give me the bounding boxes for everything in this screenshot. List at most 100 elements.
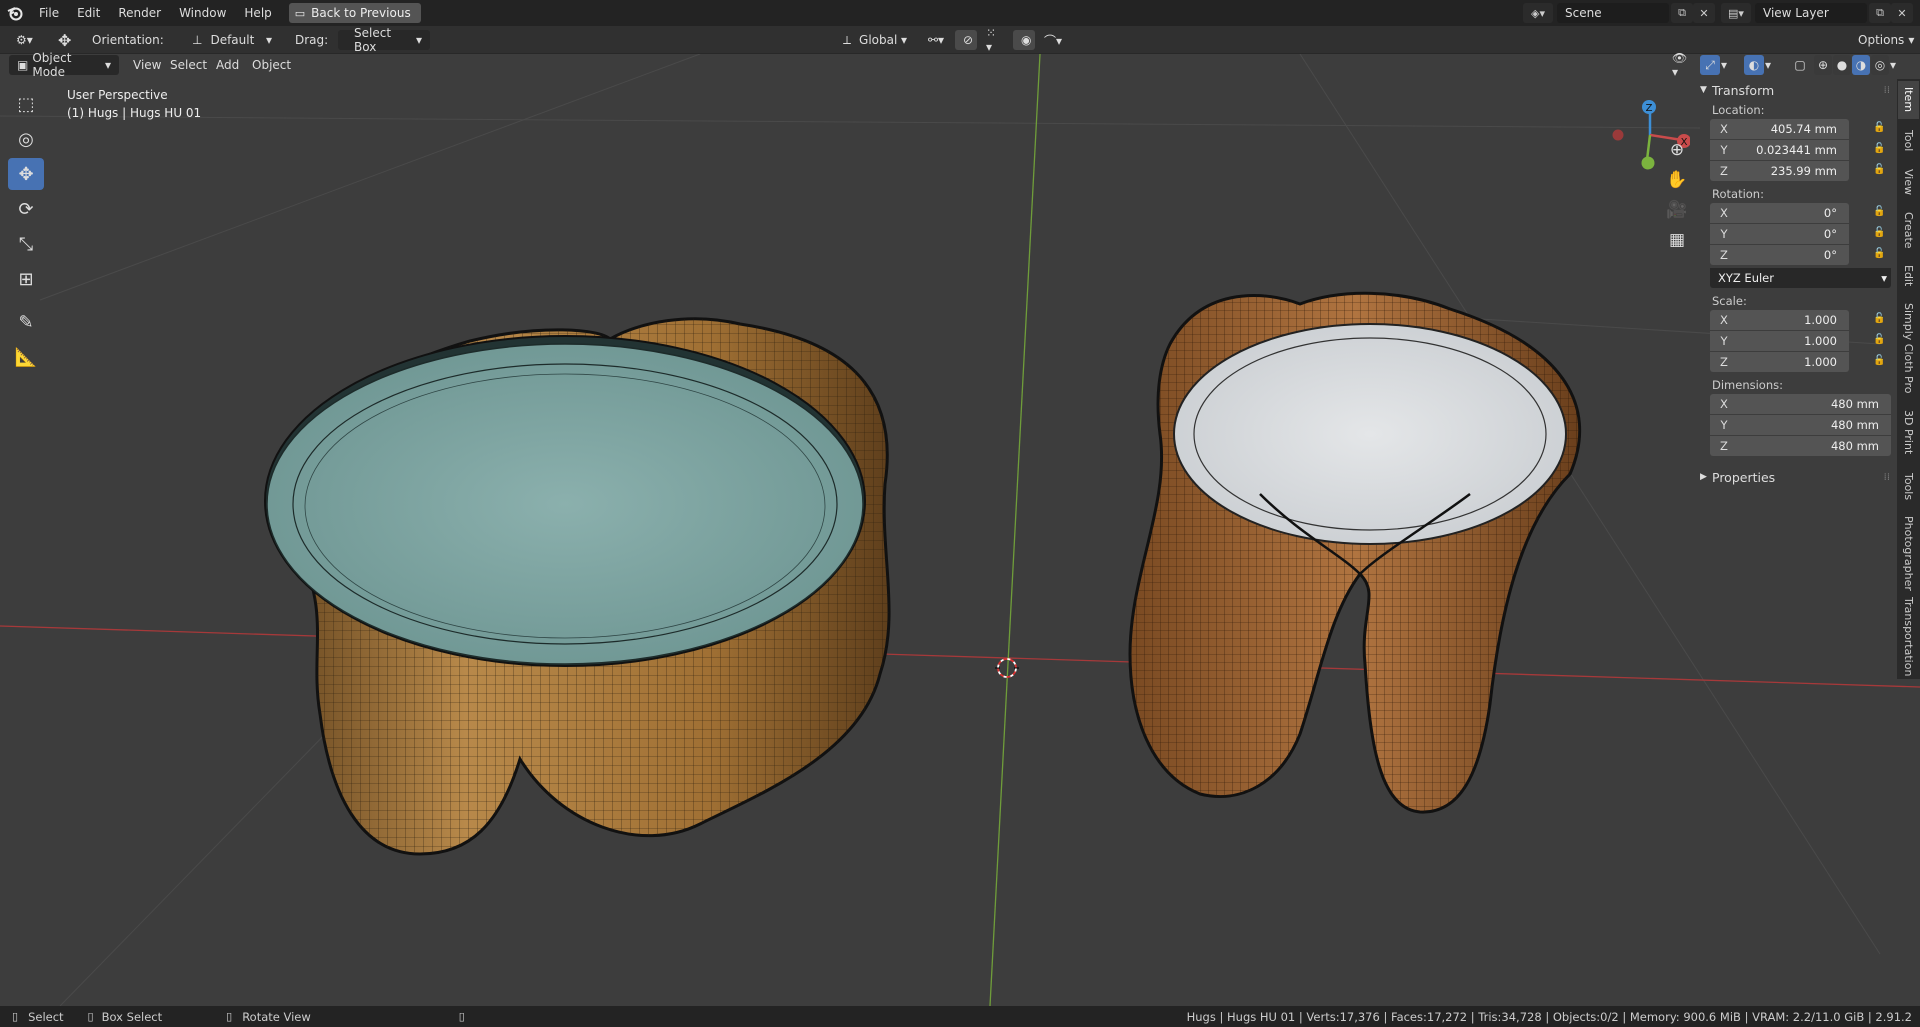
transform-orientation-dropdown[interactable]: ⟂ Global ▾ [835, 30, 915, 50]
falloff-curve-icon[interactable]: ⌒▾ [1036, 30, 1066, 50]
drag-dropdown[interactable]: Select Box ▾ [338, 26, 430, 54]
rotation-mode-value: XYZ Euler [1718, 271, 1774, 285]
screen-icon: ▭ [294, 6, 306, 20]
measure-icon[interactable]: 📐 [8, 341, 44, 373]
chevron-down-icon[interactable]: ▾ [1721, 55, 1737, 75]
wireframe-shading-icon[interactable]: ⊕ [1814, 55, 1832, 75]
gizmo-toggle-icon[interactable]: ⤢ [1700, 55, 1720, 75]
snap-icon[interactable]: ⊘ [955, 30, 977, 50]
tab-item[interactable]: Item [1898, 81, 1919, 119]
rotation-mode-dropdown[interactable]: XYZ Euler ▾ [1710, 268, 1891, 288]
rotation-x-field[interactable]: X 0° 🔓 [1710, 203, 1885, 223]
menu-window[interactable]: Window [170, 6, 235, 20]
menu-help[interactable]: Help [235, 6, 280, 20]
scene-statistics: Hugs | Hugs HU 01 | Verts:17,376 | Faces… [1186, 1009, 1912, 1024]
menu-object[interactable]: Object [244, 55, 299, 75]
xray-toggle-icon[interactable]: ▢ [1790, 55, 1810, 75]
blender-logo-icon[interactable] [0, 0, 30, 26]
lock-icon[interactable]: 🔓 [1873, 164, 1887, 178]
scene-copy-icon[interactable]: ⧉ [1671, 3, 1693, 23]
options-dropdown[interactable]: Options ▾ [1850, 30, 1914, 50]
zoom-icon[interactable]: ⊕ [1663, 136, 1691, 164]
annotate-icon[interactable]: ✎ [8, 306, 44, 338]
expand-arrow-icon: ▶ [1700, 472, 1707, 482]
dimensions-y-field[interactable]: Y 480 mm [1710, 415, 1891, 435]
active-object-label: (1) Hugs | Hugs HU 01 [67, 106, 202, 120]
visibility-eye-icon[interactable]: 👁▾ [1664, 51, 1694, 79]
tab-photographer[interactable]: Photographer [1898, 513, 1919, 593]
menu-edit[interactable]: Edit [68, 6, 109, 20]
move-icon[interactable]: ✥ [8, 158, 44, 190]
select-box-icon[interactable]: ⬚ [8, 88, 44, 120]
chevron-down-icon[interactable]: ▾ [1765, 55, 1781, 75]
drag-handle-icon[interactable]: ⁞⁞ [1884, 472, 1890, 483]
lock-icon[interactable]: 🔓 [1873, 248, 1887, 262]
rendered-shading-icon[interactable]: ◎ [1871, 55, 1889, 75]
scene-browse-icon[interactable]: ◈▾ [1523, 3, 1553, 23]
orientation-dropdown[interactable]: ⊥ Default ▾ [184, 30, 280, 50]
dimensions-z-field[interactable]: Z 480 mm [1710, 436, 1891, 456]
perspective-toggle-icon[interactable]: ▦ [1663, 226, 1691, 254]
location-y-field[interactable]: Y 0.023441 mm 🔓 [1710, 140, 1885, 160]
snap-target-icon[interactable]: ⁙▾ [978, 26, 1008, 54]
location-x-field[interactable]: X 405.74 mm 🔓 [1710, 119, 1885, 139]
lock-icon[interactable]: 🔓 [1873, 355, 1887, 369]
rotation-z-field[interactable]: Z 0° 🔓 [1710, 245, 1885, 265]
solid-shading-icon[interactable]: ● [1833, 55, 1851, 75]
rotation-y-field[interactable]: Y 0° 🔓 [1710, 224, 1885, 244]
active-tool-dropdown[interactable]: ⚙ ▾ [8, 30, 48, 50]
3d-viewport[interactable]: Z X ⊕ ✋ 🎥 ▦ [0, 54, 1920, 1006]
menu-file[interactable]: File [30, 6, 68, 20]
tab-edit[interactable]: Edit [1898, 259, 1919, 293]
transform-panel-header[interactable]: ▼ Transform ⁞⁞ [1700, 79, 1890, 101]
scale-z-field[interactable]: Z 1.000 🔓 [1710, 352, 1885, 372]
location-z-field[interactable]: Z 235.99 mm 🔓 [1710, 161, 1885, 181]
lock-icon[interactable]: 🔓 [1873, 206, 1887, 220]
viewport-scene [0, 54, 1920, 1006]
tab-transportation[interactable]: Transportation [1898, 597, 1919, 677]
rotate-icon[interactable]: ⟳ [8, 193, 44, 225]
scale-icon[interactable]: ⤡ [8, 228, 44, 260]
left-table-model [264, 317, 891, 856]
menu-add[interactable]: Add [208, 55, 247, 75]
overlay-toggle-icon[interactable]: ◐ [1744, 55, 1764, 75]
cursor-icon[interactable]: ◎ [8, 123, 44, 155]
camera-icon[interactable]: 🎥 [1663, 196, 1691, 224]
chevron-down-icon: ▾ [900, 33, 907, 47]
lock-icon[interactable]: 🔓 [1873, 143, 1887, 157]
view-layer-copy-icon[interactable]: ⧉ [1869, 3, 1891, 23]
scale-x-field[interactable]: X 1.000 🔓 [1710, 310, 1885, 330]
proportional-edit-icon[interactable]: ◉ [1013, 30, 1035, 50]
back-to-previous-button[interactable]: ▭ Back to Previous [288, 3, 421, 23]
tab-create[interactable]: Create [1898, 205, 1919, 255]
pivot-point-icon[interactable]: ⚯▾ [920, 30, 952, 50]
lock-icon[interactable]: 🔓 [1873, 313, 1887, 327]
view-layer-close-icon[interactable]: ✕ [1891, 3, 1913, 23]
svg-text:Z: Z [1646, 103, 1653, 114]
chevron-down-icon[interactable]: ▾ [1890, 55, 1906, 75]
orientation-icon: ⊥ [192, 33, 203, 47]
perspective-label: User Perspective [67, 88, 168, 102]
lock-icon[interactable]: 🔓 [1873, 334, 1887, 348]
menu-render[interactable]: Render [109, 6, 170, 20]
scene-close-icon[interactable]: ✕ [1693, 3, 1715, 23]
object-mode-dropdown[interactable]: ▣ Object Mode ▾ [9, 51, 119, 79]
scale-y-field[interactable]: Y 1.000 🔓 [1710, 331, 1885, 351]
dimensions-x-field[interactable]: X 480 mm [1710, 394, 1891, 414]
pan-hand-icon[interactable]: ✋ [1663, 166, 1691, 194]
view-layer-browse-icon[interactable]: ▤▾ [1721, 3, 1751, 23]
tab-simply-cloth-pro[interactable]: Simply Cloth Pro [1898, 297, 1919, 399]
tab-view[interactable]: View [1898, 163, 1919, 201]
move-tool-icon[interactable]: ✥ [50, 30, 76, 50]
tab-3d-print[interactable]: 3D Print [1898, 403, 1919, 461]
transform-icon[interactable]: ⊞ [8, 263, 44, 295]
properties-panel-header[interactable]: ▶ Properties ⁞⁞ [1700, 466, 1890, 488]
material-preview-icon[interactable]: ◑ [1852, 55, 1870, 75]
drag-handle-icon[interactable]: ⁞⁞ [1884, 85, 1890, 96]
tab-tools[interactable]: Tools [1898, 465, 1919, 509]
scene-name-field[interactable]: Scene [1557, 3, 1669, 23]
view-layer-name-field[interactable]: View Layer [1755, 3, 1867, 23]
tab-tool[interactable]: Tool [1898, 123, 1919, 159]
lock-icon[interactable]: 🔓 [1873, 122, 1887, 136]
lock-icon[interactable]: 🔓 [1873, 227, 1887, 241]
